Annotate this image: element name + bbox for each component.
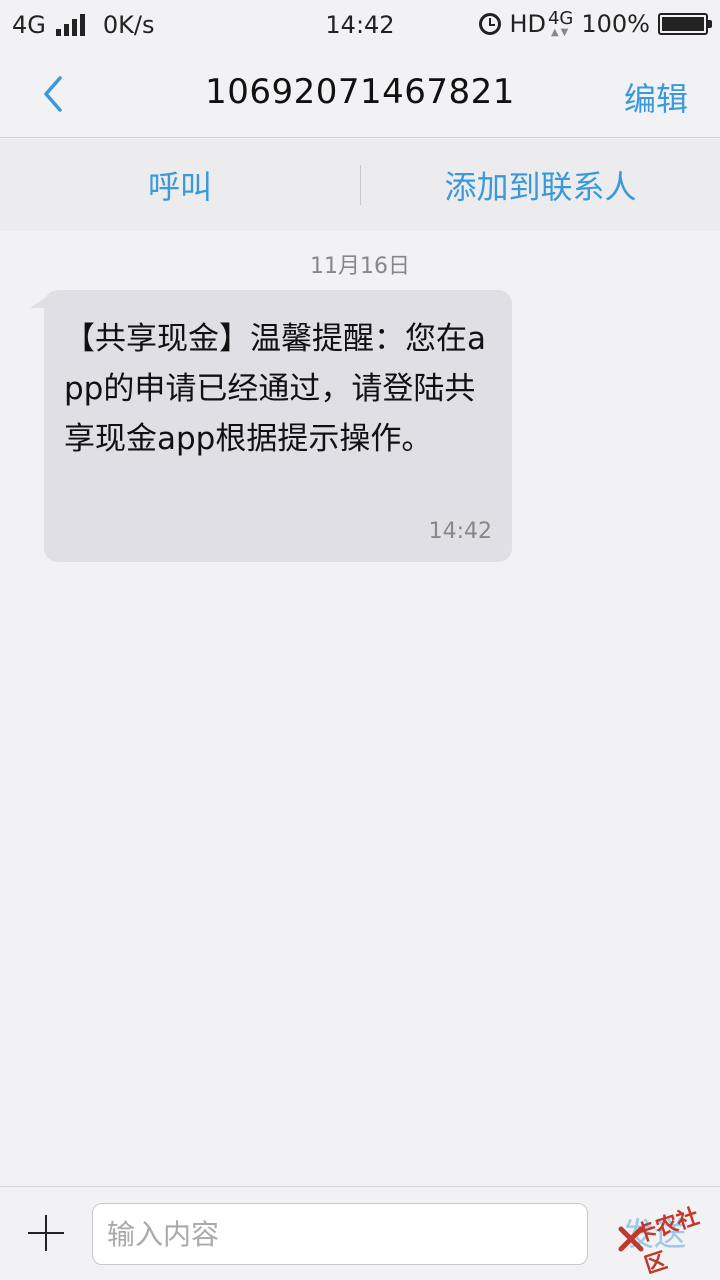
message-bubble[interactable]: 【共享现金】温馨提醒：您在app的申请已经通过，请登陆共享现金app根据提示操作… bbox=[44, 290, 512, 562]
hd-label: HD bbox=[509, 10, 546, 38]
add-to-contacts-button[interactable]: 添加到联系人 bbox=[361, 162, 720, 208]
alarm-icon bbox=[479, 13, 502, 35]
conversation-title: 10692071467821 bbox=[205, 72, 515, 112]
battery-icon bbox=[658, 13, 712, 35]
send-button[interactable]: 发送 bbox=[622, 1209, 686, 1255]
plus-icon[interactable] bbox=[28, 1215, 64, 1251]
data-arrows-icon: ▲▼ bbox=[550, 27, 571, 38]
status-bar: 4G 0K/s 14:42 HD 4G ▲▼ 100% bbox=[0, 0, 720, 50]
message-time: 14:42 bbox=[428, 519, 492, 544]
nav-bar: 10692071467821 编辑 bbox=[0, 50, 720, 138]
battery-percent: 100% bbox=[581, 10, 650, 38]
edit-button[interactable]: 编辑 bbox=[624, 74, 688, 120]
contact-action-bar: 呼叫 添加到联系人 bbox=[0, 139, 720, 231]
hd-4g-indicator: HD 4G ▲▼ bbox=[509, 8, 574, 39]
message-input[interactable] bbox=[92, 1203, 588, 1265]
composer-bar: 发送 bbox=[0, 1186, 720, 1280]
date-separator: 11月16日 bbox=[310, 254, 410, 279]
call-button[interactable]: 呼叫 bbox=[0, 162, 360, 208]
status-time: 14:42 bbox=[325, 11, 395, 39]
message-text: 【共享现金】温馨提醒：您在app的申请已经通过，请登陆共享现金app根据提示操作… bbox=[64, 321, 486, 457]
network-type-secondary: 4G bbox=[547, 8, 574, 29]
